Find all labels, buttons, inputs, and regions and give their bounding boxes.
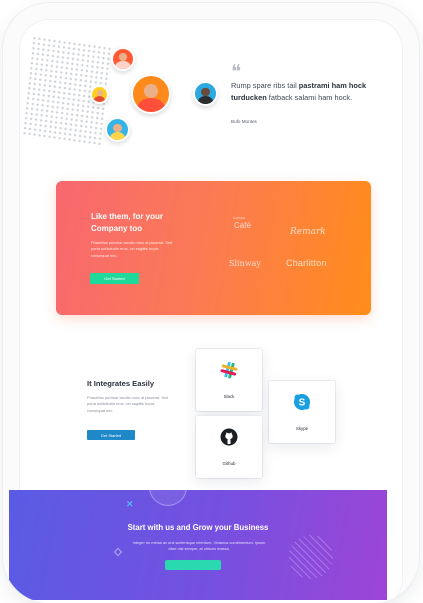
github-icon: [220, 428, 238, 446]
quote-text-part: Rump spare ribs tail: [231, 81, 299, 90]
clients-card-description: Phasellus pulvinar iaculis nunc at place…: [91, 240, 173, 258]
testimonial-author: Bufo Montes: [231, 119, 257, 124]
clients-card: Like them, for your Company too Phasellu…: [56, 181, 371, 315]
diamond-decoration: [113, 547, 123, 557]
avatar: [131, 74, 171, 114]
cta-banner: ✕ Start with us and Grow your Business I…: [9, 490, 387, 600]
cafe-logo-text: Café: [234, 221, 251, 230]
integrations-get-started-button[interactable]: Get Started: [87, 430, 135, 440]
slack-label: Slack: [223, 394, 235, 399]
slack-icon: [220, 361, 238, 379]
get-started-button[interactable]: Get Started: [90, 273, 139, 284]
avatar: [105, 117, 130, 142]
cafe-logo-tagline: COFFEE: [233, 216, 246, 220]
cafe-logo: COFFEE Café: [233, 216, 251, 230]
cta-banner-description: Integer eu metus ac orci scelerisque int…: [132, 540, 266, 552]
cross-decoration-icon: ✕: [126, 499, 134, 509]
cta-banner-button[interactable]: [165, 560, 221, 570]
charlitton-logo: Charlitton: [286, 258, 327, 268]
cta-banner-title: Start with us and Grow your Business: [127, 523, 269, 532]
striped-circle-decoration: [289, 535, 333, 579]
skype-integration-card[interactable]: S Skype: [269, 381, 335, 443]
slack-integration-card[interactable]: Slack: [196, 349, 262, 411]
circle-decoration: [149, 490, 187, 506]
testimonial-quote: Rump spare ribs tail pastrami ham hock t…: [231, 80, 381, 104]
svg-text:S: S: [299, 398, 306, 409]
quote-text-part: fatback salami ham hock.: [266, 93, 353, 102]
remark-logo: Remark: [290, 227, 326, 237]
slinway-logo: Slinway: [229, 259, 261, 268]
avatar: [90, 85, 109, 104]
avatar: [111, 47, 135, 71]
clients-card-title: Like them, for your Company too: [91, 212, 164, 233]
integrations-description: Phasellus pulvinar iaculis nunc at place…: [87, 395, 169, 413]
github-label: Github: [222, 461, 236, 466]
integrations-title: It Integrates Easily: [87, 379, 155, 388]
testimonial-author-avatar: [193, 81, 218, 106]
skype-label: Skype: [295, 426, 309, 431]
phone-frame: ❝ Rump spare ribs tail pastrami ham hock…: [3, 3, 419, 603]
github-integration-card[interactable]: Github: [196, 416, 262, 478]
skype-icon: S: [294, 394, 310, 410]
